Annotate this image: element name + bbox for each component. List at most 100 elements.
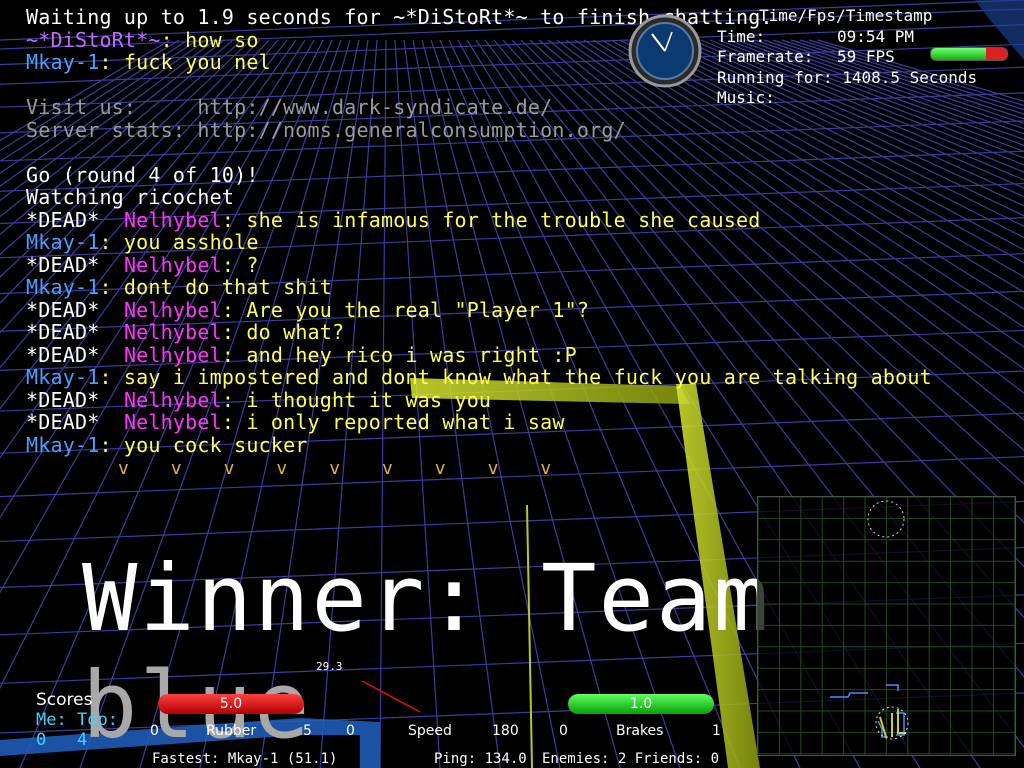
chat-dead-tag: *DEAD* [26, 297, 124, 322]
chat-player-name: Nelhybel [123, 297, 222, 322]
framerate-label: Framerate: [717, 47, 814, 66]
chat-message-text: : you asshole [99, 230, 259, 254]
chat-player-name: Mkay-1 [26, 365, 100, 389]
chat-player-name: Mkay-1 [26, 275, 100, 299]
me-label: Me: [36, 710, 67, 730]
chat-scroll-arrow-icon[interactable]: v [171, 458, 224, 479]
speed-min: 0 [346, 723, 355, 739]
chat-line: *DEAD* Nelhybel: ? [26, 252, 932, 277]
rubber-max: 5 [303, 723, 312, 739]
chat-line: Server stats: http://noms.generalconsump… [26, 117, 932, 142]
brakes-min: 0 [559, 723, 568, 739]
chat-message-text: Go (round 4 of 10)! [26, 162, 259, 187]
speed-label: Speed [408, 723, 452, 739]
brakes-max: 1 [712, 723, 721, 739]
chat-player-name: ~*DiStoRt*~ [26, 27, 161, 52]
chat-player-name: Mkay-1 [26, 432, 100, 457]
chat-player-name: Nelhybel [123, 342, 222, 367]
chat-line: Mkay-1: you cock sucker [26, 432, 932, 457]
running-label: Running for: [717, 67, 833, 87]
chat-player-name: Nelhybel [123, 387, 222, 412]
running-value: 1408.5 Seconds [842, 67, 978, 87]
rubber-min: 0 [150, 723, 159, 739]
chat-player-name: Nelhybel [123, 320, 222, 344]
chat-message-text: : she is infamous for the trouble she ca… [221, 207, 761, 232]
chat-message-text: : say i impostered and dont know what th… [99, 365, 932, 389]
chat-player-name: Nelhybel [123, 252, 222, 277]
fastest-readout: Fastest: Mkay-1 (51.1) [152, 751, 338, 767]
chat-player-name: Mkay-1 [26, 50, 100, 74]
chat-message-text: : i only reported what i saw [221, 410, 565, 434]
top-score: 4 [76, 730, 88, 750]
music-label: Music: [717, 88, 775, 107]
winner-prefix: Winner: Team [82, 545, 771, 652]
chat-scroll-arrow-icon[interactable]: v [488, 458, 541, 479]
rubber-label: Rubber [206, 723, 257, 739]
chat-message-text: : you cock sucker [99, 432, 308, 457]
brakes-gauge-value: 1.0 [629, 696, 653, 712]
chat-player-name: Nelhybel [123, 207, 222, 232]
chat-scroll-arrow-icon[interactable]: v [382, 458, 435, 479]
chat-line: Go (round 4 of 10)! [26, 162, 932, 187]
chat-message-text: : dont do that shit [99, 275, 333, 299]
health-bar [930, 47, 1008, 61]
stats-header: Time/Fps/Timestamp [759, 6, 933, 25]
chat-message-text: : ? [221, 252, 259, 277]
time-label: Time: [717, 26, 766, 46]
speed-max: 180 [492, 723, 519, 739]
chat-scroll-arrow-icon[interactable]: v [540, 458, 593, 479]
chat-dead-tag: *DEAD* [26, 207, 124, 232]
chat-scroll-arrow-icon[interactable]: v [224, 458, 277, 479]
health-bar-fill [931, 48, 986, 60]
chat-scroll-arrow-icon[interactable]: v [118, 458, 171, 479]
chat-dead-tag: *DEAD* [26, 320, 124, 344]
chat-dead-tag: *DEAD* [26, 252, 124, 277]
rubber-gauge-value: 5.0 [219, 696, 243, 712]
brakes-gauge-bar: 1.0 [568, 694, 714, 714]
analog-clock-icon [628, 14, 702, 88]
chat-dead-tag: *DEAD* [26, 387, 124, 412]
chat-line: Watching ricochet [26, 186, 932, 209]
chat-message-text: : do what? [221, 320, 345, 344]
chat-message-text: : fuck you nel [99, 50, 271, 74]
minimap [757, 496, 1016, 756]
enemies-friends-readout: Enemies: 2 Friends: 0 [542, 751, 720, 767]
chat-dead-tag: *DEAD* [26, 342, 124, 367]
ping-readout: Ping: 134.0 [434, 751, 527, 767]
brakes-label: Brakes [616, 723, 664, 739]
me-score: 0 [36, 730, 47, 750]
chat-scroll-arrow-icon[interactable]: v [276, 458, 329, 479]
chat-line: *DEAD* Nelhybel: she is infamous for the… [26, 207, 932, 232]
chat-line: Mkay-1: say i impostered and dont know w… [26, 366, 932, 389]
time-value: 09:54 PM [837, 26, 915, 46]
chat-line: *DEAD* Nelhybel: and hey rico i was righ… [26, 342, 932, 367]
chat-message-text: : how so [160, 27, 259, 52]
chat-message-text: Watching ricochet [26, 185, 235, 209]
chat-line: *DEAD* Nelhybel: i only reported what i … [26, 411, 932, 434]
chat-player-name: Mkay-1 [26, 230, 100, 254]
chat-message-text: : i thought it was you [221, 387, 492, 412]
chat-scroll-arrow-icon[interactable]: v [435, 458, 488, 479]
chat-scroll-arrows[interactable]: vvvvvvvvv [118, 458, 593, 479]
scores-panel: Me: Top: 0 4 [36, 710, 118, 750]
chat-message-text: : and hey rico i was right :P [221, 342, 577, 367]
top-label: Top: [76, 710, 118, 730]
chat-message-text: : Are you the real "Player 1"? [221, 297, 590, 322]
chat-line: Mkay-1: you asshole [26, 231, 932, 254]
chat-line: *DEAD* Nelhybel: Are you the real "Playe… [26, 297, 932, 322]
chat-dead-tag: *DEAD* [26, 410, 124, 434]
chat-scroll-arrow-icon[interactable]: v [329, 458, 382, 479]
chat-line: Mkay-1: dont do that shit [26, 276, 932, 299]
chat-line: *DEAD* Nelhybel: i thought it was you [26, 387, 932, 412]
chat-player-name: Nelhybel [123, 410, 222, 434]
chat-player-name: Server stats: [26, 117, 198, 142]
framerate-value: 59 FPS [837, 47, 895, 66]
chat-message-text: http://noms.generalconsumption.org/ [197, 117, 626, 142]
rubber-gauge-bar: 5.0 [158, 694, 304, 714]
chat-message-text: http://www.dark-syndicate.de/ [197, 95, 553, 119]
chat-line [26, 141, 932, 164]
scores-label: Scores [36, 690, 93, 710]
speed-readout: 29.3 [316, 660, 343, 673]
chat-line: *DEAD* Nelhybel: do what? [26, 321, 932, 344]
chat-player-name: Visit us: [26, 95, 198, 119]
